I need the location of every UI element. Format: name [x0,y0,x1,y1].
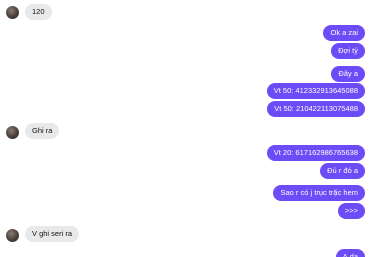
message-row-outgoing: Ok a zai [0,25,374,41]
message-bubble-outgoing[interactable]: Đợi tý [331,43,365,59]
message-bubble-incoming[interactable]: 120 [25,4,52,20]
message-bubble-outgoing[interactable]: Ạ dạ [335,249,365,257]
message-bubble-outgoing[interactable]: Ok a zai [323,25,365,41]
message-row-outgoing: Vt 50: 210422113075488 [0,101,374,117]
message-row-outgoing: Ạ dạ [0,249,374,257]
contact-avatar[interactable] [6,126,19,139]
message-bubble-incoming[interactable]: V ghi seri ra [25,226,80,242]
message-bubble-outgoing[interactable]: >>> [337,203,365,219]
message-row-outgoing: Vt 20: 617162986765638 [0,145,374,161]
message-bubble-outgoing[interactable]: Vt 20: 617162986765638 [266,145,365,161]
message-row-outgoing: Vt 50: 412332913645088 [0,83,374,99]
chat-thread: 120 Ok a zai Đợi tý Đây a Vt 50: 4123329… [0,0,374,257]
message-row-outgoing: >>> [0,203,374,219]
message-bubble-incoming[interactable]: Ghi ra [25,123,60,139]
message-bubble-outgoing[interactable]: Đủ r đó a [320,163,365,179]
message-row-outgoing: Sao r có j trục trặc hem [0,185,374,201]
message-bubble-outgoing[interactable]: Đây a [331,66,365,82]
message-bubble-outgoing[interactable]: Vt 50: 210422113075488 [267,101,365,117]
message-row-outgoing: Đây a [0,66,374,82]
message-row-incoming: V ghi seri ra [0,226,374,242]
message-bubble-outgoing[interactable]: Vt 50: 412332913645088 [266,83,365,99]
message-bubble-outgoing[interactable]: Sao r có j trục trặc hem [273,185,365,201]
contact-avatar[interactable] [6,6,19,19]
message-row-incoming: Ghi ra [0,123,374,139]
message-row-outgoing: Đợi tý [0,43,374,59]
message-row-incoming: 120 [0,4,374,20]
message-row-outgoing: Đủ r đó a [0,163,374,179]
contact-avatar[interactable] [6,229,19,242]
